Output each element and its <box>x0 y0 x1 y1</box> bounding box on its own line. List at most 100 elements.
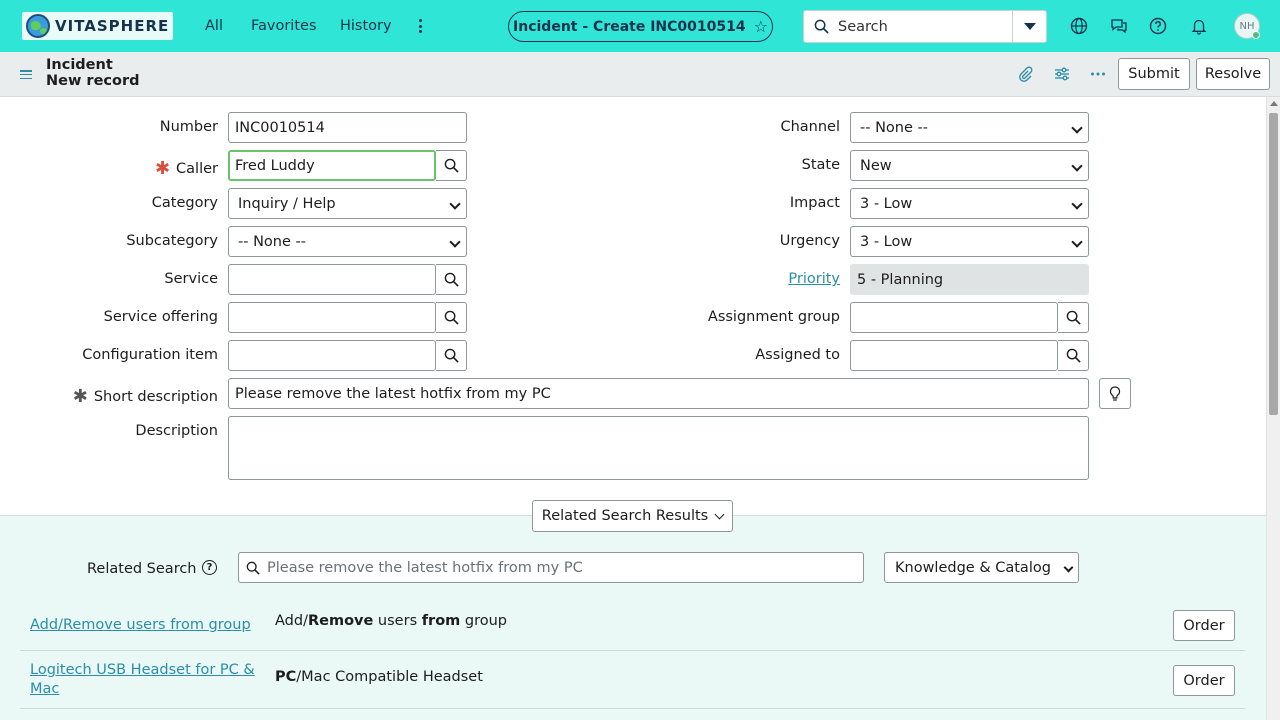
result-title-link[interactable]: Logitech USB Headset for PC & Mac <box>30 661 260 699</box>
scroll-thumb[interactable] <box>1269 113 1278 415</box>
service-label: Service <box>164 271 218 287</box>
hamburger-menu-icon[interactable] <box>20 70 32 79</box>
nav-history[interactable]: History <box>340 18 392 34</box>
top-navigation-bar: VITASPHERE All Favorites History Inciden… <box>0 0 1280 52</box>
service-offering-label: Service offering <box>103 309 218 325</box>
more-actions-icon[interactable] <box>1088 64 1108 84</box>
assignment-group-label: Assignment group <box>707 309 840 325</box>
priority-field: 5 - Planning <box>850 264 1089 295</box>
vitasphere-logo[interactable]: VITASPHERE <box>22 12 173 40</box>
form-title-record: New record <box>46 73 140 89</box>
assigned-to-lookup-button[interactable] <box>1058 340 1089 371</box>
search-icon <box>444 310 459 325</box>
state-label: State <box>801 157 840 173</box>
paperclip-icon[interactable] <box>1015 64 1035 84</box>
assigned-to-field[interactable] <box>850 340 1058 371</box>
chevron-down-icon <box>1071 122 1083 134</box>
star-icon[interactable]: ☆ <box>754 17 768 36</box>
number-field[interactable]: INC0010514 <box>228 112 467 143</box>
nav-favorites[interactable]: Favorites <box>251 18 317 34</box>
channel-label: Channel <box>780 119 840 135</box>
bell-icon[interactable] <box>1189 16 1209 36</box>
subcategory-label: Subcategory <box>126 233 218 249</box>
result-row: Logitech USB Headset for PC & Mac PC/Mac… <box>20 651 1245 709</box>
number-label: Number <box>159 119 218 135</box>
more-menu-icon[interactable] <box>414 16 426 36</box>
required-icon: ✱ <box>72 386 88 407</box>
global-search[interactable]: Search <box>803 10 1047 43</box>
chevron-down-icon <box>1071 198 1083 210</box>
caller-label: ✱ Caller <box>154 158 218 179</box>
short-description-label: ✱ Short description <box>72 386 218 407</box>
caret-down-icon <box>1023 23 1036 30</box>
subcategory-select[interactable]: -- None -- <box>228 226 467 257</box>
description-textarea[interactable] <box>228 416 1089 480</box>
settings-sliders-icon[interactable] <box>1052 64 1072 84</box>
related-search-panel: Add/Remove users from group Add/Remove u… <box>0 515 1266 720</box>
chevron-down-icon <box>449 198 461 210</box>
search-icon <box>444 158 459 173</box>
configuration-item-lookup-button[interactable] <box>436 340 467 371</box>
chevron-down-icon <box>1071 236 1083 248</box>
search-icon <box>804 19 838 34</box>
caller-field[interactable]: Fred Luddy <box>228 150 436 181</box>
short-description-field[interactable]: Please remove the latest hotfix from my … <box>228 378 1089 409</box>
search-icon <box>444 348 459 363</box>
form-header: Incident New record Submit Resolve <box>0 52 1280 97</box>
channel-select[interactable]: -- None -- <box>850 112 1089 143</box>
source-select-value: Knowledge & Catalog (All) <box>895 559 1079 576</box>
description-label: Description <box>135 423 218 439</box>
assignment-group-lookup-button[interactable] <box>1058 302 1089 333</box>
priority-link[interactable]: Priority <box>788 271 840 287</box>
result-title-link[interactable]: Add/Remove users from group <box>30 616 260 635</box>
result-description: Add/Remove users from group <box>275 613 507 629</box>
resolve-button[interactable]: Resolve <box>1196 58 1270 90</box>
help-icon[interactable] <box>1148 16 1168 36</box>
related-search-source-select[interactable]: Knowledge & Catalog (All) <box>884 552 1079 583</box>
caller-lookup-button[interactable] <box>436 150 467 181</box>
nav-all[interactable]: All <box>205 18 223 34</box>
service-lookup-button[interactable] <box>436 264 467 295</box>
question-mark-icon[interactable]: ? <box>202 560 217 575</box>
form-title-table: Incident <box>46 57 113 73</box>
order-button[interactable]: Order <box>1173 665 1235 696</box>
chevron-down-icon <box>1071 160 1083 172</box>
category-select[interactable]: Inquiry / Help <box>228 188 467 219</box>
lightbulb-icon <box>1109 385 1121 401</box>
service-offering-lookup-button[interactable] <box>436 302 467 333</box>
context-title: Incident - Create INC0010514 <box>513 18 746 35</box>
scroll-up-arrow-icon[interactable] <box>1270 101 1278 106</box>
urgency-label: Urgency <box>779 233 840 249</box>
vertical-scrollbar[interactable] <box>1266 97 1280 720</box>
impact-label: Impact <box>789 195 840 211</box>
related-search-results-toggle[interactable]: Related Search Results <box>532 500 733 532</box>
search-scope-dropdown[interactable] <box>1012 11 1046 42</box>
related-search-input[interactable]: Please remove the latest hotfix from my … <box>238 552 864 583</box>
search-icon <box>1066 348 1081 363</box>
order-button[interactable]: Order <box>1173 610 1235 641</box>
chevron-down-icon <box>449 236 461 248</box>
service-offering-field[interactable] <box>228 302 436 333</box>
assigned-to-label: Assigned to <box>755 347 840 363</box>
form-title: Incident New record <box>46 57 140 89</box>
avatar-initials: NH <box>1239 20 1255 32</box>
impact-select[interactable]: 3 - Low <box>850 188 1089 219</box>
user-avatar[interactable]: NH <box>1234 13 1260 39</box>
toggle-label: Related Search Results <box>541 508 709 524</box>
context-title-pill[interactable]: Incident - Create INC0010514 ☆ <box>508 11 773 42</box>
result-row: Add/Remove users from group Add/Remove u… <box>20 608 1245 651</box>
result-description: PC/Mac Compatible Headset <box>275 669 483 685</box>
suggestion-button[interactable] <box>1099 378 1131 409</box>
globe-icon[interactable] <box>1069 16 1089 36</box>
online-status-dot <box>1252 31 1260 39</box>
chat-icon[interactable] <box>1109 16 1129 36</box>
configuration-item-field[interactable] <box>228 340 436 371</box>
submit-button[interactable]: Submit <box>1118 58 1190 90</box>
urgency-select[interactable]: 3 - Low <box>850 226 1089 257</box>
category-label: Category <box>151 195 218 211</box>
assignment-group-field[interactable] <box>850 302 1058 333</box>
service-field[interactable] <box>228 264 436 295</box>
globe-logo-icon <box>26 14 50 38</box>
related-search-placeholder: Please remove the latest hotfix from my … <box>267 559 583 576</box>
state-select[interactable]: New <box>850 150 1089 181</box>
